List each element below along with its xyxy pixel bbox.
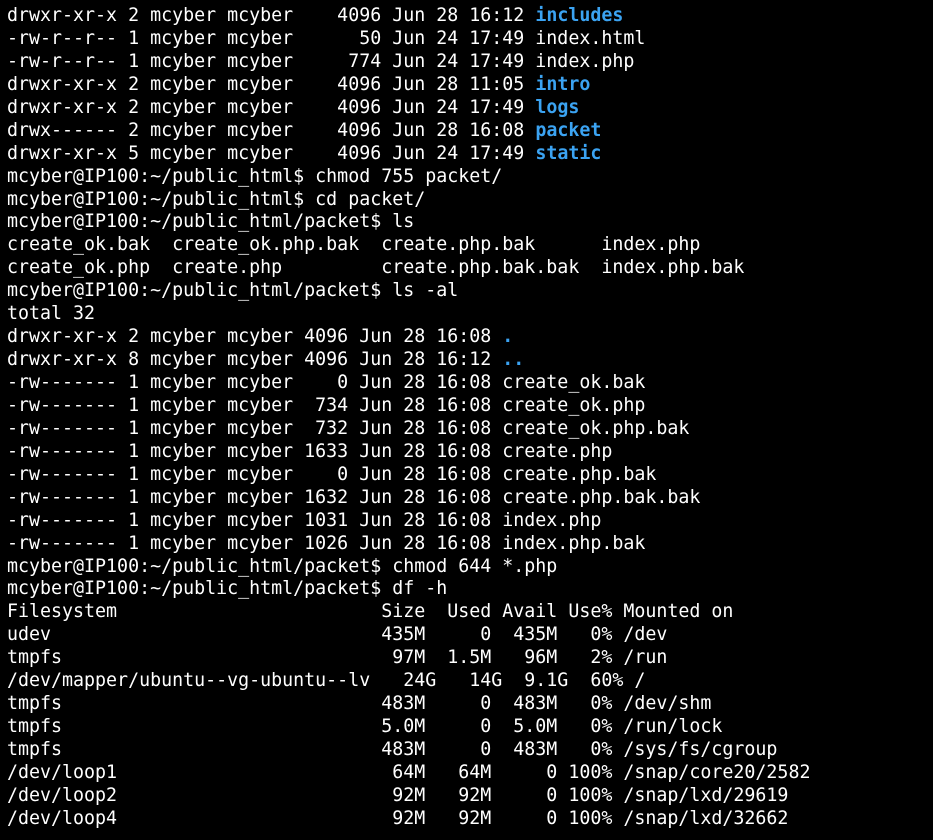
output-line: /dev/loop1 64M 64M 0 100% /snap/core20/2… <box>7 762 933 785</box>
output-line: tmpfs 483M 0 483M 0% /dev/shm <box>7 693 933 716</box>
output-line: /dev/loop2 92M 92M 0 100% /snap/lxd/2961… <box>7 785 933 808</box>
output-line: Filesystem Size Used Avail Use% Mounted … <box>7 601 933 624</box>
output-text: drwxr-xr-x 2 mcyber mcyber 4096 Jun 28 1… <box>7 326 503 348</box>
directory-name: .. <box>502 349 525 371</box>
output-text: tmpfs 483M 0 483M 0% /sys/fs/cgroup <box>7 739 778 760</box>
output-line: create_ok.php create.php create.php.bak.… <box>7 257 933 280</box>
prompt-line: mcyber@IP100:~/public_html/packet$ ls -a… <box>7 280 933 303</box>
output-text: tmpfs 97M 1.5M 96M 2% /run <box>7 647 668 669</box>
output-line: /dev/loop4 92M 92M 0 100% /snap/lxd/3266… <box>7 808 933 831</box>
output-text: -rw-r--r-- 1 mcyber mcyber 50 Jun 24 17:… <box>7 27 646 49</box>
output-text: drwxr-xr-x 8 mcyber mcyber 4096 Jun 28 1… <box>7 349 503 371</box>
output-text: /dev/loop4 92M 92M 0 100% /snap/lxd/3266… <box>7 807 789 829</box>
output-line: -rw-r--r-- 1 mcyber mcyber 774 Jun 24 17… <box>7 51 933 74</box>
output-text: /dev/loop1 64M 64M 0 100% /snap/core20/2… <box>7 761 811 783</box>
output-text: create_ok.php create.php create.php.bak.… <box>7 257 745 279</box>
output-text: total 32 <box>7 303 96 325</box>
output-line: tmpfs 97M 1.5M 96M 2% /run <box>7 647 933 670</box>
output-line: create_ok.bak create_ok.php.bak create.p… <box>7 234 933 257</box>
directory-name: static <box>535 142 602 164</box>
prompt-line: mcyber@IP100:~/public_html/packet$ chmod… <box>7 556 933 579</box>
output-text: drwxr-xr-x 5 mcyber mcyber 4096 Jun 24 1… <box>7 142 536 164</box>
directory-name: logs <box>535 96 580 118</box>
prompt-line: mcyber@IP100:~/public_html/packet$ ls <box>7 211 933 234</box>
output-text: tmpfs 483M 0 483M 0% /dev/shm <box>7 693 712 715</box>
output-line: drwxr-xr-x 2 mcyber mcyber 4096 Jun 28 1… <box>7 5 933 28</box>
output-line: total 32 <box>7 303 933 326</box>
output-line: -rw------- 1 mcyber mcyber 1633 Jun 28 1… <box>7 441 933 464</box>
output-line: tmpfs 5.0M 0 5.0M 0% /run/lock <box>7 716 933 739</box>
directory-name: includes <box>535 5 624 26</box>
command-text: mcyber@IP100:~/public_html/packet$ ls <box>7 211 415 233</box>
output-line: -rw------- 1 mcyber mcyber 1632 Jun 28 1… <box>7 487 933 510</box>
output-line: drwxr-xr-x 2 mcyber mcyber 4096 Jun 28 1… <box>7 74 933 97</box>
output-line: drwxr-xr-x 2 mcyber mcyber 4096 Jun 24 1… <box>7 97 933 120</box>
output-line: drwxr-xr-x 5 mcyber mcyber 4096 Jun 24 1… <box>7 143 933 166</box>
output-line: -rw------- 1 mcyber mcyber 732 Jun 28 16… <box>7 418 933 441</box>
output-text: udev 435M 0 435M 0% /dev <box>7 624 668 646</box>
output-text: -rw------- 1 mcyber mcyber 1633 Jun 28 1… <box>7 440 613 462</box>
terminal-window[interactable]: drwxr-xr-x 2 mcyber mcyber 4096 Jun 28 1… <box>0 0 933 840</box>
output-text: Filesystem Size Used Avail Use% Mounted … <box>7 601 734 623</box>
output-text: drwxr-xr-x 2 mcyber mcyber 4096 Jun 28 1… <box>7 5 536 26</box>
prompt-line: mcyber@IP100:~/public_html$ chmod 755 pa… <box>7 166 933 189</box>
command-text: mcyber@IP100:~/public_html$ chmod 755 pa… <box>7 165 503 187</box>
output-text: create_ok.bak create_ok.php.bak create.p… <box>7 234 701 256</box>
command-text: mcyber@IP100:~/public_html$ cd packet/ <box>7 188 426 210</box>
output-text: -rw------- 1 mcyber mcyber 734 Jun 28 16… <box>7 394 646 416</box>
output-text: -rw------- 1 mcyber mcyber 1031 Jun 28 1… <box>7 509 602 531</box>
output-line: -rw------- 1 mcyber mcyber 734 Jun 28 16… <box>7 395 933 418</box>
output-text: -rw------- 1 mcyber mcyber 0 Jun 28 16:0… <box>7 463 657 485</box>
output-line: drwx------ 2 mcyber mcyber 4096 Jun 28 1… <box>7 120 933 143</box>
directory-name: intro <box>535 73 591 95</box>
output-text: -rw-r--r-- 1 mcyber mcyber 774 Jun 24 17… <box>7 50 635 72</box>
output-text: /dev/mapper/ubuntu--vg-ubuntu--lv 24G 14… <box>7 670 646 692</box>
output-line: -rw-r--r-- 1 mcyber mcyber 50 Jun 24 17:… <box>7 28 933 51</box>
output-text: -rw------- 1 mcyber mcyber 1632 Jun 28 1… <box>7 486 701 508</box>
command-text: mcyber@IP100:~/public_html/packet$ df -h <box>7 578 448 600</box>
output-line: -rw------- 1 mcyber mcyber 0 Jun 28 16:0… <box>7 464 933 487</box>
output-text: drwxr-xr-x 2 mcyber mcyber 4096 Jun 28 1… <box>7 73 536 95</box>
output-text: /dev/loop2 92M 92M 0 100% /snap/lxd/2961… <box>7 784 789 806</box>
output-line: -rw------- 1 mcyber mcyber 1026 Jun 28 1… <box>7 533 933 556</box>
output-text: -rw------- 1 mcyber mcyber 1026 Jun 28 1… <box>7 532 646 554</box>
output-text: -rw------- 1 mcyber mcyber 732 Jun 28 16… <box>7 417 690 439</box>
command-text: mcyber@IP100:~/public_html/packet$ ls -a… <box>7 280 459 302</box>
output-line: drwxr-xr-x 2 mcyber mcyber 4096 Jun 28 1… <box>7 326 933 349</box>
prompt-line: mcyber@IP100:~/public_html/packet$ df -h <box>7 578 933 601</box>
output-line: -rw------- 1 mcyber mcyber 1031 Jun 28 1… <box>7 510 933 533</box>
prompt-line: mcyber@IP100:~/public_html$ cd packet/ <box>7 189 933 212</box>
output-line: /dev/mapper/ubuntu--vg-ubuntu--lv 24G 14… <box>7 670 933 693</box>
output-text: drwxr-xr-x 2 mcyber mcyber 4096 Jun 24 1… <box>7 96 536 118</box>
directory-name: packet <box>535 119 602 141</box>
directory-name: . <box>502 326 514 348</box>
output-text: drwx------ 2 mcyber mcyber 4096 Jun 28 1… <box>7 119 536 141</box>
output-line: udev 435M 0 435M 0% /dev <box>7 624 933 647</box>
output-text: -rw------- 1 mcyber mcyber 0 Jun 28 16:0… <box>7 372 646 393</box>
output-text: tmpfs 5.0M 0 5.0M 0% /run/lock <box>7 716 723 738</box>
output-line: drwxr-xr-x 8 mcyber mcyber 4096 Jun 28 1… <box>7 349 933 372</box>
output-line: tmpfs 483M 0 483M 0% /sys/fs/cgroup <box>7 739 933 762</box>
command-text: mcyber@IP100:~/public_html/packet$ chmod… <box>7 555 558 577</box>
output-line: -rw------- 1 mcyber mcyber 0 Jun 28 16:0… <box>7 372 933 395</box>
